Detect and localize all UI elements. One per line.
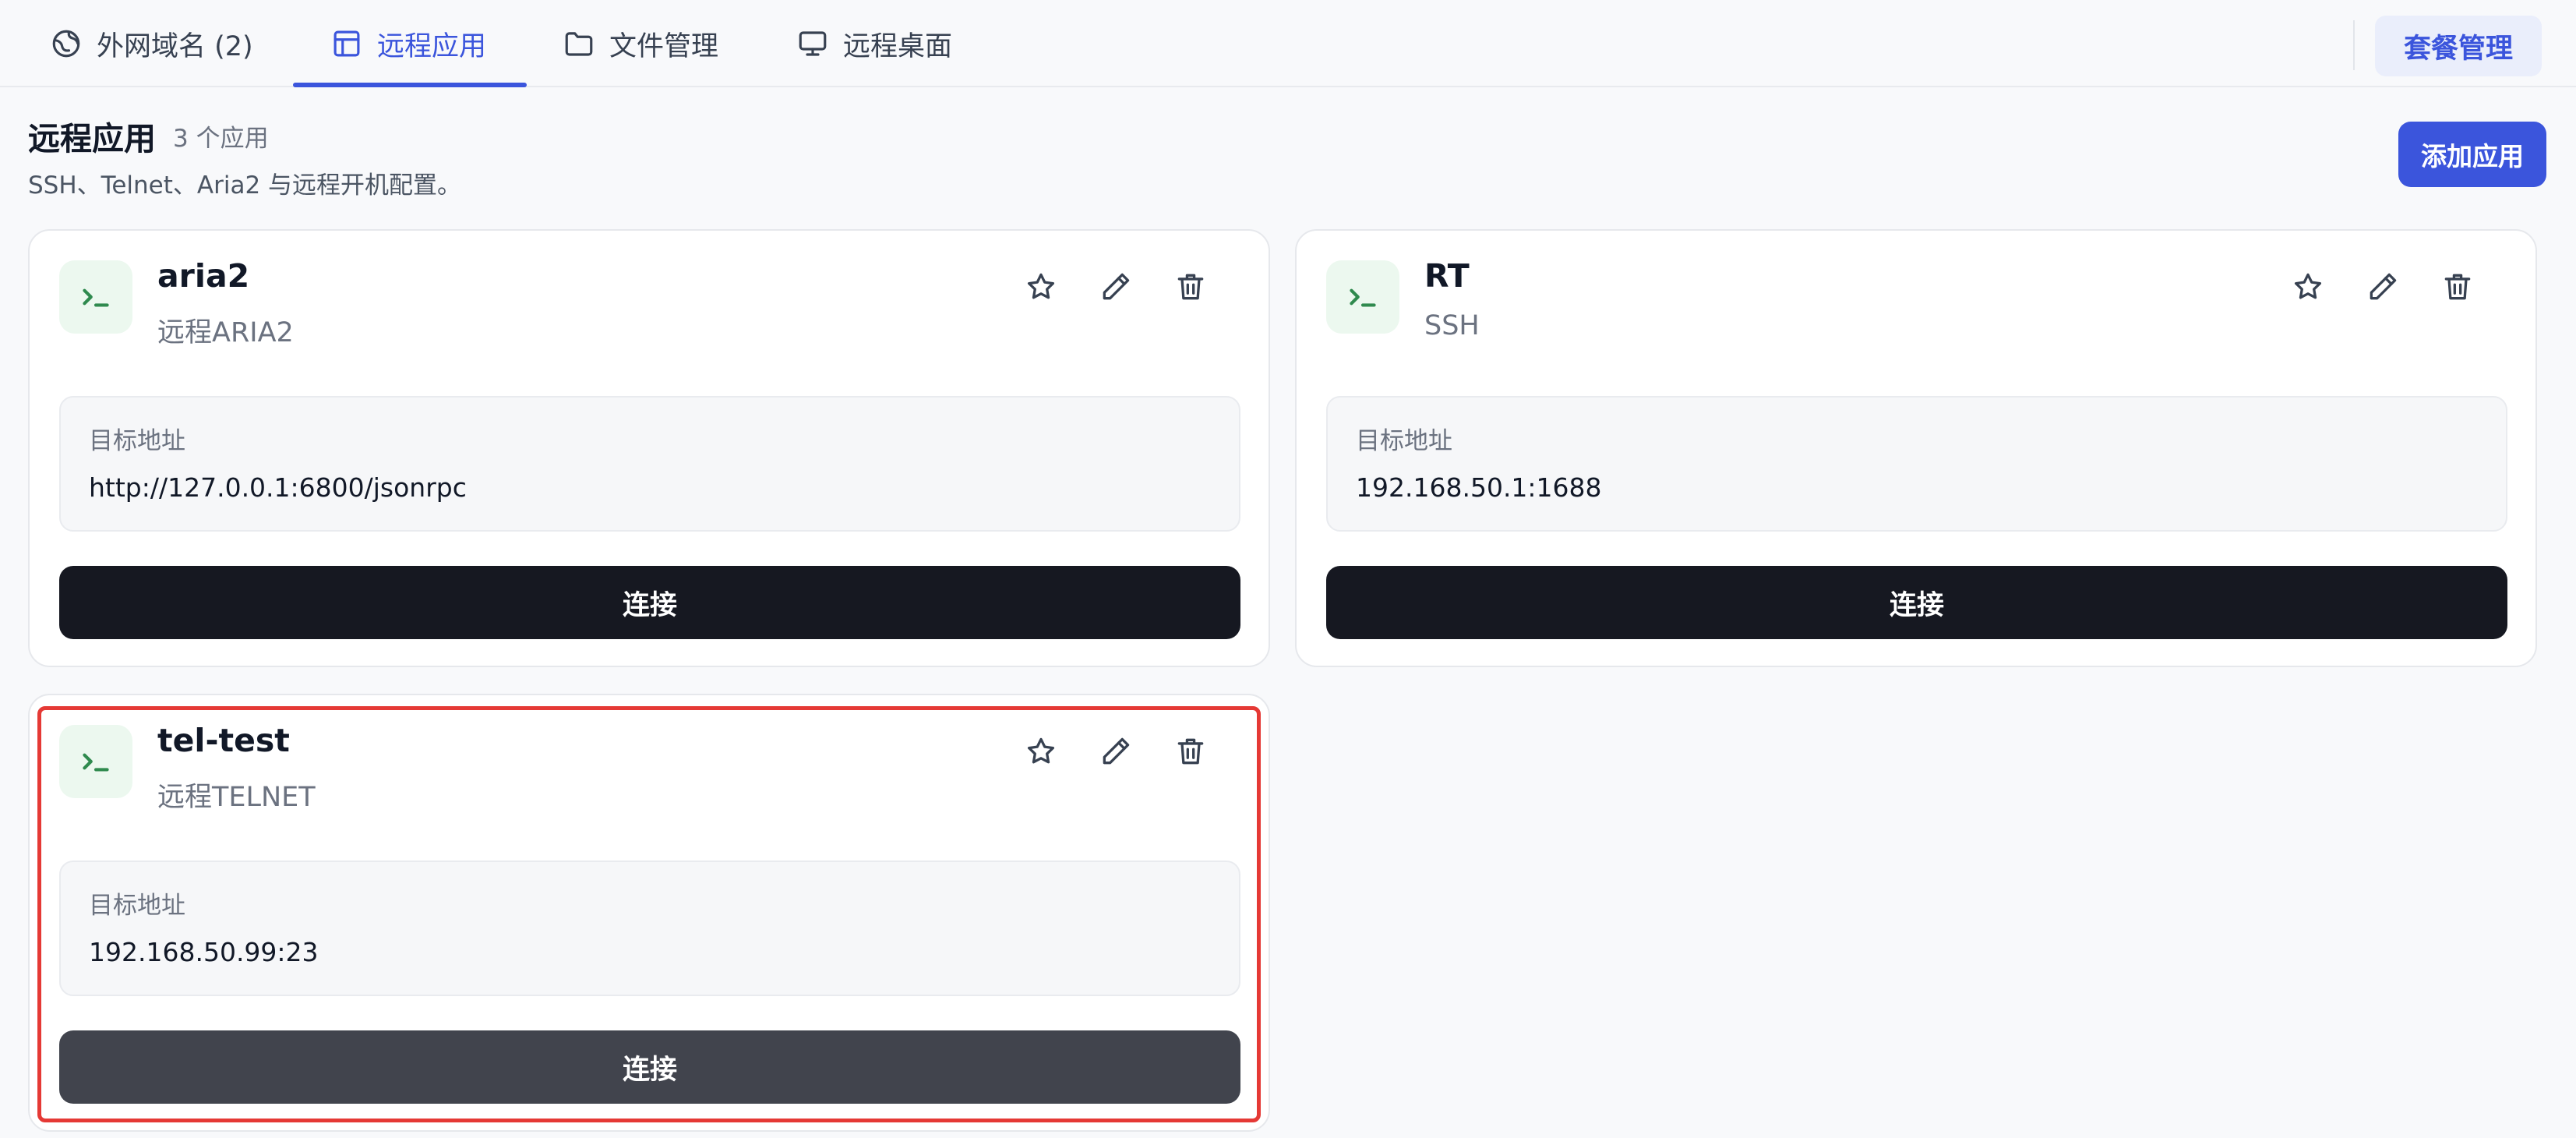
target-address: 192.168.50.1:1688 (1356, 472, 1602, 503)
target-address-box: 目标地址 192.168.50.99:23 (59, 861, 1240, 996)
target-address: 192.168.50.99:23 (89, 937, 319, 967)
app-icon (1326, 260, 1399, 334)
star-icon (1027, 737, 1055, 764)
pencil-icon (2370, 273, 2397, 300)
app-name: RT (1424, 257, 1470, 295)
target-label: 目标地址 (89, 427, 185, 455)
target-address: http://127.0.0.1:6800/jsonrpc (89, 472, 467, 503)
trash-icon (2444, 274, 2471, 300)
star-icon (1027, 273, 1055, 299)
monitor-icon (799, 31, 827, 56)
terminal-icon (83, 288, 109, 307)
target-address-box: 目标地址 http://127.0.0.1:6800/jsonrpc (59, 396, 1240, 532)
top-tab-bar: 外网域名 (2) 远程应用 文件管理 远程桌面 套餐管理 (0, 0, 2576, 87)
app-icon (59, 260, 132, 334)
terminal-icon (1350, 288, 1376, 307)
tab-remote-apps[interactable]: 远程应用 (330, 0, 486, 87)
active-tab-indicator (293, 83, 527, 87)
edit-button[interactable] (1094, 265, 1138, 309)
pencil-icon (1103, 737, 1130, 765)
app-name: tel-test (157, 722, 290, 759)
tab-domains-label: 外网域名 (2) (97, 30, 253, 62)
app-type: SSH (1424, 310, 1480, 341)
favorite-button[interactable] (1019, 265, 1063, 309)
add-app-button[interactable]: 添加应用 (2398, 122, 2546, 187)
app-card-tel-test: tel-test 远程TELNET 目标地址 192.168.50.99:23 … (28, 694, 1270, 1132)
globe-icon (52, 30, 80, 58)
connect-button[interactable]: 连接 (59, 566, 1240, 639)
page-description: SSH、Telnet、Aria2 与远程开机配置。 (28, 171, 462, 200)
app-icon (59, 725, 132, 798)
tab-remote-desktop[interactable]: 远程桌面 (796, 0, 952, 87)
app-name: aria2 (157, 257, 250, 295)
favorite-button[interactable] (2286, 265, 2330, 309)
pencil-icon (1103, 273, 1130, 300)
connect-button[interactable]: 连接 (1326, 566, 2507, 639)
toolbar-divider (2353, 20, 2355, 70)
app-card-rt: RT SSH 目标地址 192.168.50.1:1688 连接 (1295, 229, 2537, 667)
page-title: 远程应用 (28, 120, 156, 157)
tab-domains[interactable]: 外网域名 (2) (50, 0, 253, 87)
tab-file-manager[interactable]: 文件管理 (563, 0, 718, 87)
trash-icon (1177, 738, 1204, 765)
connect-button[interactable]: 连接 (59, 1030, 1240, 1104)
app-type: 远程ARIA2 (157, 317, 294, 348)
delete-button[interactable] (2436, 265, 2479, 309)
tab-file-manager-label: 文件管理 (609, 30, 719, 62)
terminal-icon (83, 753, 109, 772)
target-address-box: 目标地址 192.168.50.1:1688 (1326, 396, 2507, 532)
plan-management-button[interactable]: 套餐管理 (2375, 16, 2542, 76)
app-card-aria2: aria2 远程ARIA2 目标地址 http://127.0.0.1:6800… (28, 229, 1270, 667)
layout-icon (333, 30, 360, 57)
trash-icon (1177, 274, 1204, 300)
edit-button[interactable] (1094, 730, 1138, 773)
tab-remote-desktop-label: 远程桌面 (843, 30, 953, 62)
tab-remote-apps-label: 远程应用 (377, 30, 487, 62)
favorite-button[interactable] (1019, 730, 1063, 773)
target-label: 目标地址 (89, 892, 185, 920)
star-icon (2294, 273, 2322, 299)
delete-button[interactable] (1169, 730, 1212, 773)
folder-icon (565, 32, 593, 56)
app-count: 3 个应用 (173, 125, 269, 153)
target-label: 目标地址 (1356, 427, 1452, 455)
edit-button[interactable] (2361, 265, 2405, 309)
app-type: 远程TELNET (157, 782, 316, 813)
delete-button[interactable] (1169, 265, 1212, 309)
